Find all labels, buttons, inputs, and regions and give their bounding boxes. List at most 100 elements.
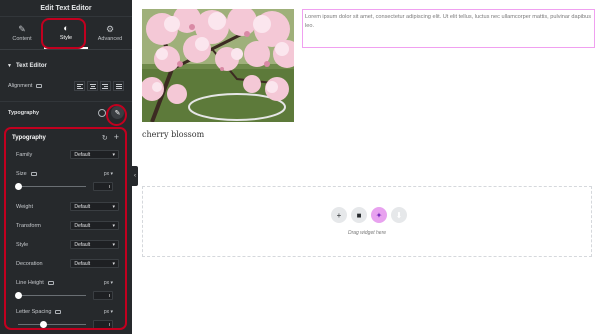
drop-zone-label: Drag widget here bbox=[347, 230, 387, 236]
line-height-unit: px bbox=[103, 279, 110, 286]
style-label: Style bbox=[16, 241, 29, 248]
tab-content[interactable]: ✎ Content bbox=[0, 17, 44, 49]
weight-row: Weight Default ▾ bbox=[12, 201, 119, 212]
plus-icon[interactable]: + bbox=[114, 133, 119, 142]
letter-spacing-unit-select[interactable]: px ▾ bbox=[104, 309, 113, 315]
transform-label: Transform bbox=[16, 222, 41, 229]
plus-icon: + bbox=[336, 210, 342, 220]
monitor-icon bbox=[36, 84, 43, 88]
family-select[interactable]: Default ▾ bbox=[70, 150, 119, 159]
section-title: Text Editor bbox=[15, 62, 47, 69]
add-section-button[interactable]: + bbox=[331, 207, 347, 223]
align-center-button[interactable] bbox=[87, 81, 98, 91]
weight-label: Weight bbox=[16, 203, 34, 210]
letter-spacing-number-input[interactable] bbox=[93, 319, 113, 328]
line-height-row: Line Height px ▾ bbox=[12, 277, 119, 288]
download-button[interactable]: ⬇ bbox=[391, 207, 407, 223]
decoration-label: Decoration bbox=[16, 260, 43, 267]
line-height-label-text: Line Height bbox=[16, 279, 44, 286]
decoration-row: Decoration Default ▾ bbox=[12, 258, 119, 269]
style-select-value: Default bbox=[74, 241, 91, 248]
letter-spacing-row: Letter Spacing px ▾ bbox=[12, 306, 119, 317]
alignment-group bbox=[74, 81, 124, 91]
size-unit: px bbox=[103, 170, 110, 177]
reset-icon[interactable]: ↻ bbox=[102, 134, 108, 142]
decoration-select-value: Default bbox=[74, 260, 91, 267]
monitor-icon bbox=[55, 309, 62, 314]
chevron-down-icon: ▾ bbox=[112, 151, 115, 158]
monitor-icon bbox=[30, 171, 37, 176]
size-slider-track[interactable] bbox=[15, 182, 86, 190]
size-label-text: Size bbox=[16, 170, 27, 177]
letter-spacing-unit: px bbox=[103, 308, 110, 315]
editor-panel: Edit Text Editor ✎ Content ◐ Style ⚙ Adv… bbox=[0, 0, 132, 334]
align-right-button[interactable] bbox=[100, 81, 111, 91]
chevron-down-icon: ▾ bbox=[112, 260, 115, 267]
text-editor-widget[interactable]: Lorem ipsum dolor sit amet, consectetur … bbox=[302, 9, 595, 48]
line-height-number-input[interactable] bbox=[93, 290, 113, 300]
align-justify-button[interactable] bbox=[113, 81, 124, 91]
panel-header: Edit Text Editor bbox=[0, 0, 132, 17]
alignment-label: Alignment bbox=[8, 83, 43, 89]
cherry-blossom-image[interactable] bbox=[142, 9, 294, 122]
typography-popover: Typography ↻ + Family Default ▾ Size px … bbox=[4, 127, 127, 330]
typography-label: Typography bbox=[8, 109, 40, 116]
align-left-button[interactable] bbox=[74, 81, 85, 91]
popover-header: Typography ↻ + bbox=[12, 132, 119, 143]
decoration-select[interactable]: Default ▾ bbox=[70, 259, 119, 268]
tab-advanced[interactable]: ⚙ Advanced bbox=[88, 17, 132, 49]
size-slider-row bbox=[12, 181, 119, 191]
editor-app: Edit Text Editor ✎ Content ◐ Style ⚙ Adv… bbox=[0, 0, 600, 334]
sparkle-icon: ✦ bbox=[375, 210, 383, 220]
family-label: Family bbox=[16, 151, 33, 158]
letter-spacing-slider-thumb[interactable] bbox=[40, 320, 47, 328]
drop-zone[interactable]: + ■ ✦ ⬇ Drag widget here bbox=[142, 186, 592, 257]
drop-zone-buttons: + ■ ✦ ⬇ bbox=[331, 207, 407, 223]
pencil-highlight bbox=[106, 104, 127, 126]
weight-select[interactable]: Default ▾ bbox=[70, 202, 119, 211]
popover-title: Typography bbox=[12, 134, 46, 141]
size-number-input[interactable] bbox=[93, 181, 113, 191]
pencil-icon: ✎ bbox=[18, 24, 26, 34]
caret-down-icon: ▼ bbox=[7, 62, 12, 69]
letter-spacing-label-text: Letter Spacing bbox=[16, 308, 52, 315]
alignment-label-text: Alignment bbox=[8, 83, 33, 89]
letter-spacing-slider-track[interactable] bbox=[18, 320, 86, 328]
size-label: Size bbox=[16, 171, 64, 177]
line-height-slider-thumb[interactable] bbox=[15, 291, 22, 299]
letter-spacing-label: Letter Spacing bbox=[16, 309, 76, 315]
transform-select-value: Default bbox=[74, 222, 91, 229]
style-tab-highlight bbox=[41, 18, 86, 49]
ai-button[interactable]: ✦ bbox=[371, 207, 387, 223]
photo-illustration bbox=[142, 9, 294, 122]
line-height-label: Line Height bbox=[16, 280, 64, 286]
template-library-button[interactable]: ■ bbox=[351, 207, 367, 223]
family-select-value: Default bbox=[74, 151, 91, 158]
transform-row: Transform Default ▾ bbox=[12, 220, 119, 231]
line-height-unit-select[interactable]: px ▾ bbox=[104, 280, 113, 286]
line-height-slider-row bbox=[12, 290, 119, 300]
tab-advanced-label: Advanced bbox=[97, 36, 123, 42]
page-canvas: cherry blossom Lorem ipsum dolor sit ame… bbox=[138, 0, 600, 334]
image-caption: cherry blossom bbox=[142, 130, 205, 139]
alignment-row: Alignment bbox=[0, 79, 132, 93]
section-text-editor[interactable]: ▼ Text Editor bbox=[0, 58, 132, 73]
size-slider-thumb[interactable] bbox=[15, 182, 22, 190]
family-row: Family Default ▾ bbox=[12, 149, 119, 160]
letter-spacing-slider-row bbox=[12, 319, 119, 328]
chevron-down-icon: ▾ bbox=[112, 203, 115, 210]
folder-icon: ■ bbox=[356, 210, 362, 220]
chevron-down-icon: ▾ bbox=[112, 241, 115, 248]
tab-content-label: Content bbox=[12, 36, 32, 42]
gear-icon: ⚙ bbox=[105, 24, 115, 34]
line-height-slider-track[interactable] bbox=[15, 291, 86, 299]
size-row: Size px ▾ bbox=[12, 168, 119, 179]
chevron-down-icon: ▾ bbox=[112, 222, 115, 229]
panel-title: Edit Text Editor bbox=[40, 4, 92, 12]
globe-icon[interactable] bbox=[98, 108, 106, 117]
size-unit-select[interactable]: px ▾ bbox=[104, 171, 113, 177]
transform-select[interactable]: Default ▾ bbox=[70, 221, 119, 230]
weight-select-value: Default bbox=[74, 203, 91, 210]
style-select[interactable]: Default ▾ bbox=[70, 240, 119, 249]
style-row: Style Default ▾ bbox=[12, 239, 119, 250]
